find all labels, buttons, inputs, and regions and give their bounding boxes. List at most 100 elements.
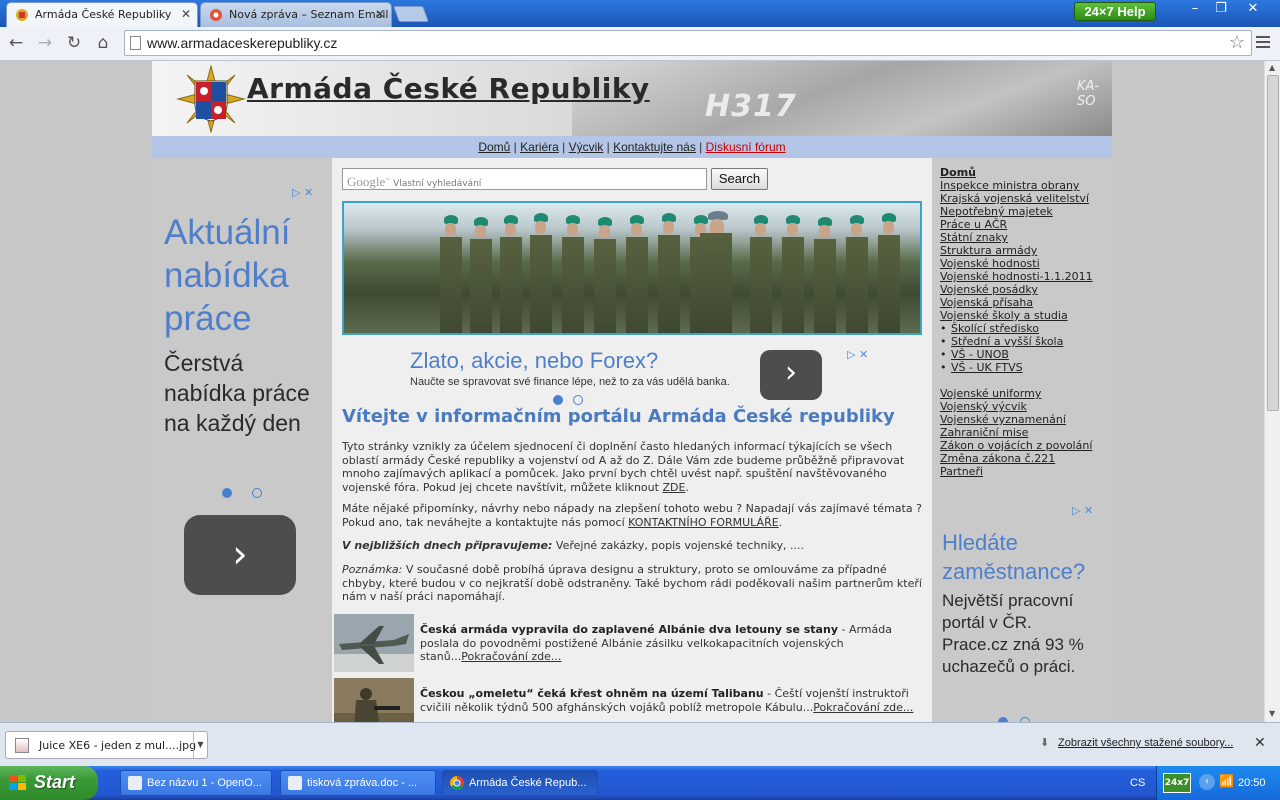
language-indicator[interactable]: CS xyxy=(1130,777,1145,789)
page-scrollbar[interactable]: ▲ ▼ xyxy=(1264,61,1280,722)
scrollbar-thumb[interactable] xyxy=(1267,75,1279,411)
help-badge[interactable]: 24×7 Help xyxy=(1074,2,1156,21)
home-icon[interactable]: ⌂ xyxy=(92,32,114,54)
tab-close-icon[interactable]: ✕ xyxy=(375,7,385,21)
sidebar-item[interactable]: Zahraniční mise xyxy=(940,426,1110,439)
start-button[interactable]: Start xyxy=(0,766,98,800)
windows-taskbar: Start Bez názvu 1 - OpenO... tisková zpr… xyxy=(0,766,1280,800)
sidebar-item[interactable]: Vojenská přísaha xyxy=(940,296,1110,309)
sidebar-item[interactable]: Vojenské hodnosti xyxy=(940,257,1110,270)
wifi-icon[interactable]: 📶 xyxy=(1219,774,1234,788)
sidebar-item[interactable]: Struktura armády xyxy=(940,244,1110,257)
contact-form-link[interactable]: KONTAKTNÍHO FORMULÁŘE xyxy=(628,516,779,529)
scroll-down-icon[interactable]: ▼ xyxy=(1269,709,1275,718)
forum-link[interactable]: ZDE xyxy=(662,481,685,494)
adchoices-icon[interactable]: ▷ ✕ xyxy=(1072,504,1102,518)
sidebar-item[interactable]: Vojenský výcvik xyxy=(940,400,1110,413)
task-label: Bez názvu 1 - OpenO... xyxy=(147,777,262,789)
sidebar-item[interactable]: Vojenské vyznamenání xyxy=(940,413,1110,426)
address-bar[interactable]: www.armadaceskerepubliky.cz ☆ xyxy=(124,30,1252,56)
sidebar-item[interactable]: Vojenské uniformy xyxy=(940,387,1110,400)
upcoming-paragraph: V nejbližších dnech připravujeme: Veřejn… xyxy=(342,539,922,553)
ad-center-text[interactable]: Naučte se spravovat své finance lépe, ne… xyxy=(410,376,730,388)
sidebar-item[interactable]: Státní znaky xyxy=(940,231,1110,244)
back-arrow-icon[interactable]: ← xyxy=(5,32,27,54)
site-title[interactable]: Armáda České Republiky xyxy=(247,72,650,105)
task-label: tisková zpráva.doc - ... xyxy=(307,777,418,789)
helicopter-marking-2: KA-SO xyxy=(1077,79,1100,109)
carousel-dot-active[interactable] xyxy=(222,488,232,498)
new-tab-button[interactable] xyxy=(393,6,429,22)
sidebar-item[interactable]: Vojenské školy a studia xyxy=(940,309,1110,322)
airplane-thumbnail[interactable] xyxy=(334,614,414,672)
carousel-dot[interactable] xyxy=(573,395,583,405)
upcoming-label: V nejbližších dnech připravujeme: xyxy=(342,539,553,552)
sidebar-item-home[interactable]: Domů xyxy=(940,166,1110,179)
taskbar-item-doc[interactable]: tisková zpráva.doc - ... xyxy=(280,770,436,796)
sidebar-item[interactable]: Zákon o vojácích z povolání xyxy=(940,439,1110,452)
sidebar-subitem[interactable]: VŠ - UK FTVS xyxy=(940,361,1110,374)
tab-armada[interactable]: Armáda České Republiky ✕ xyxy=(6,2,198,27)
tab-close-icon[interactable]: ✕ xyxy=(181,7,191,21)
reload-icon[interactable]: ↻ xyxy=(63,32,85,54)
news-item: Českou „omeletu“ čeká křest ohněm na úze… xyxy=(334,678,924,722)
sidebar-item[interactable]: Změna zákona č.221 xyxy=(940,452,1110,465)
forward-arrow-icon[interactable]: → xyxy=(34,32,56,54)
soldier-thumbnail[interactable] xyxy=(334,678,414,722)
sidebar-item[interactable]: Krajská vojenská velitelství xyxy=(940,192,1110,205)
scroll-up-icon[interactable]: ▲ xyxy=(1269,63,1275,72)
taskbar-item-chrome[interactable]: Armáda České Repub... xyxy=(442,770,598,796)
left-ad-column: ▷ ✕ Aktuální nabídka práce Čerstvá nabíd… xyxy=(152,158,332,722)
window-close-icon[interactable]: ✕ xyxy=(1240,1,1266,19)
nav-home[interactable]: Domů xyxy=(478,140,510,154)
close-download-bar-icon[interactable]: ✕ xyxy=(1254,735,1266,751)
tab-title: Armáda České Republiky xyxy=(35,8,172,21)
ad-right-carousel-dots xyxy=(992,712,1036,722)
taskbar-item-openoffice[interactable]: Bez názvu 1 - OpenO... xyxy=(120,770,272,796)
download-item[interactable]: Juice XE6 - jeden z mul....jpg ▼ xyxy=(5,731,208,759)
ad-right-title[interactable]: Hledáte zaměstnance? xyxy=(942,528,1107,586)
carousel-dot-active[interactable] xyxy=(553,395,563,405)
menu-icon[interactable] xyxy=(1256,33,1270,53)
sidebar-subitem[interactable]: VŠ - UNOB xyxy=(940,348,1110,361)
tab-seznam[interactable]: Nová zpráva – Seznam Email ✕ xyxy=(200,2,392,27)
bookmark-star-icon[interactable]: ☆ xyxy=(1229,32,1245,53)
news-title[interactable]: Českou „omeletu“ čeká křest ohněm na úze… xyxy=(420,687,764,700)
ad-right-text[interactable]: Největší pracovní portál v ČR. Prace.cz … xyxy=(942,590,1102,678)
search-input[interactable]: Google™ Vlastní vyhledávání xyxy=(342,168,707,190)
note-paragraph: Poznámka: V současné době probíhá úprava… xyxy=(342,563,922,604)
nav-career[interactable]: Kariéra xyxy=(520,140,559,154)
help-tray-icon[interactable]: 24x7 xyxy=(1163,773,1191,793)
ad-left-title[interactable]: Aktuální nabídka práce xyxy=(164,211,324,340)
clock[interactable]: 20:50 xyxy=(1238,777,1266,789)
show-all-downloads-link[interactable]: Zobrazit všechny stažené soubory... xyxy=(1058,737,1233,749)
tray-collapse-icon[interactable]: ‹ xyxy=(1199,774,1215,790)
ad-left-text[interactable]: Čerstvá nabídka práce na každý den xyxy=(164,348,324,438)
search-button[interactable]: Search xyxy=(711,168,768,190)
sidebar-item[interactable]: Nepotřebný majetek xyxy=(940,205,1110,218)
sidebar-item[interactable]: Práce u AČR xyxy=(940,218,1110,231)
sidebar-item[interactable]: Partneři xyxy=(940,465,1110,478)
adchoices-icon[interactable]: ▷ ✕ xyxy=(292,186,322,200)
ad-center-title[interactable]: Zlato, akcie, nebo Forex? xyxy=(410,348,658,374)
maximize-icon[interactable]: ❐ xyxy=(1208,1,1234,19)
nav-training[interactable]: Výcvik xyxy=(569,140,604,154)
sidebar-item[interactable]: Vojenské hodnosti-1.1.2011 xyxy=(940,270,1110,283)
sidebar-subitem[interactable]: Školící středisko xyxy=(940,322,1110,335)
sidebar-item[interactable]: Vojenské posádky xyxy=(940,283,1110,296)
sidebar-subitem[interactable]: Střední a vyšší škola xyxy=(940,335,1110,348)
nav-contact[interactable]: Kontaktujte nás xyxy=(613,140,696,154)
sidebar-item[interactable]: Inspekce ministra obrany xyxy=(940,179,1110,192)
news-title[interactable]: Česká armáda vypravila do zaplavené Albá… xyxy=(420,623,838,636)
intro-paragraph: Tyto stránky vznikly za účelem sjednocen… xyxy=(342,440,905,494)
nav-forum[interactable]: Diskusní fórum xyxy=(706,140,786,154)
adchoices-icon[interactable]: ▷ ✕ xyxy=(847,348,877,362)
read-more-link[interactable]: Pokračování zde... xyxy=(461,650,561,663)
read-more-link[interactable]: Pokračování zde... xyxy=(813,701,913,714)
ad-next-arrow-icon[interactable]: › xyxy=(184,515,296,595)
ad-center-next-arrow-icon[interactable]: › xyxy=(760,350,822,400)
carousel-dot[interactable] xyxy=(252,488,262,498)
minimize-icon[interactable]: – xyxy=(1182,1,1208,19)
download-menu-caret-icon[interactable]: ▼ xyxy=(193,732,207,758)
windows-flag-icon xyxy=(9,775,26,790)
